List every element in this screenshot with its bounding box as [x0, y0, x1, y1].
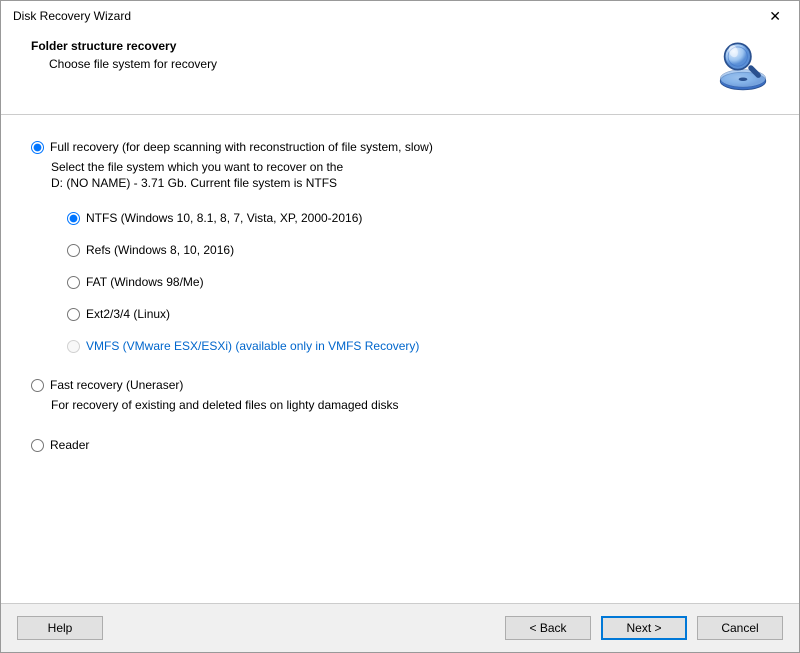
- header-subtitle: Choose file system for recovery: [31, 57, 217, 71]
- full-recovery-radio[interactable]: [31, 141, 44, 154]
- header-text-block: Folder structure recovery Choose file sy…: [31, 39, 217, 71]
- fast-recovery-block: Fast recovery (Uneraser) For recovery of…: [31, 377, 769, 413]
- full-recovery-option[interactable]: Full recovery (for deep scanning with re…: [31, 139, 769, 155]
- fs-ext-radio[interactable]: [67, 308, 80, 321]
- fast-recovery-option[interactable]: Fast recovery (Uneraser): [31, 377, 769, 393]
- fast-recovery-label: Fast recovery (Uneraser): [50, 377, 183, 393]
- cancel-button[interactable]: Cancel: [697, 616, 783, 640]
- fs-refs-label: Refs (Windows 8, 10, 2016): [86, 243, 234, 257]
- fast-recovery-radio[interactable]: [31, 379, 44, 392]
- fs-vmfs-option: VMFS (VMware ESX/ESXi) (available only i…: [67, 339, 769, 353]
- full-recovery-label: Full recovery (for deep scanning with re…: [50, 139, 433, 155]
- fs-vmfs-radio: [67, 340, 80, 353]
- fs-ext-label: Ext2/3/4 (Linux): [86, 307, 170, 321]
- fs-ext-option[interactable]: Ext2/3/4 (Linux): [67, 307, 769, 321]
- reader-block: Reader: [31, 437, 769, 453]
- fs-fat-label: FAT (Windows 98/Me): [86, 275, 204, 289]
- reader-radio[interactable]: [31, 439, 44, 452]
- fs-ntfs-label: NTFS (Windows 10, 8.1, 8, 7, Vista, XP, …: [86, 211, 362, 225]
- close-icon[interactable]: ✕: [759, 4, 791, 29]
- header-title: Folder structure recovery: [31, 39, 217, 53]
- magnifier-disk-icon: [715, 39, 771, 98]
- reader-option[interactable]: Reader: [31, 437, 769, 453]
- help-button[interactable]: Help: [17, 616, 103, 640]
- full-recovery-block: Full recovery (for deep scanning with re…: [31, 139, 769, 353]
- wizard-footer: Help < Back Next > Cancel: [1, 603, 799, 652]
- fs-fat-option[interactable]: FAT (Windows 98/Me): [67, 275, 769, 289]
- fast-recovery-desc: For recovery of existing and deleted fil…: [31, 397, 769, 413]
- fs-vmfs-label: VMFS (VMware ESX/ESXi) (available only i…: [86, 339, 419, 353]
- back-button[interactable]: < Back: [505, 616, 591, 640]
- fs-refs-option[interactable]: Refs (Windows 8, 10, 2016): [67, 243, 769, 257]
- wizard-header: Folder structure recovery Choose file sy…: [1, 31, 799, 115]
- fs-refs-radio[interactable]: [67, 244, 80, 257]
- fs-fat-radio[interactable]: [67, 276, 80, 289]
- filesystem-options: NTFS (Windows 10, 8.1, 8, 7, Vista, XP, …: [31, 211, 769, 353]
- next-button[interactable]: Next >: [601, 616, 687, 640]
- full-recovery-desc: Select the file system which you want to…: [31, 159, 769, 191]
- wizard-content: Full recovery (for deep scanning with re…: [1, 115, 799, 603]
- reader-label: Reader: [50, 437, 89, 453]
- window-title: Disk Recovery Wizard: [13, 9, 131, 23]
- fs-ntfs-radio[interactable]: [67, 212, 80, 225]
- wizard-window: Disk Recovery Wizard ✕ Folder structure …: [0, 0, 800, 653]
- fs-ntfs-option[interactable]: NTFS (Windows 10, 8.1, 8, 7, Vista, XP, …: [67, 211, 769, 225]
- titlebar: Disk Recovery Wizard ✕: [1, 1, 799, 31]
